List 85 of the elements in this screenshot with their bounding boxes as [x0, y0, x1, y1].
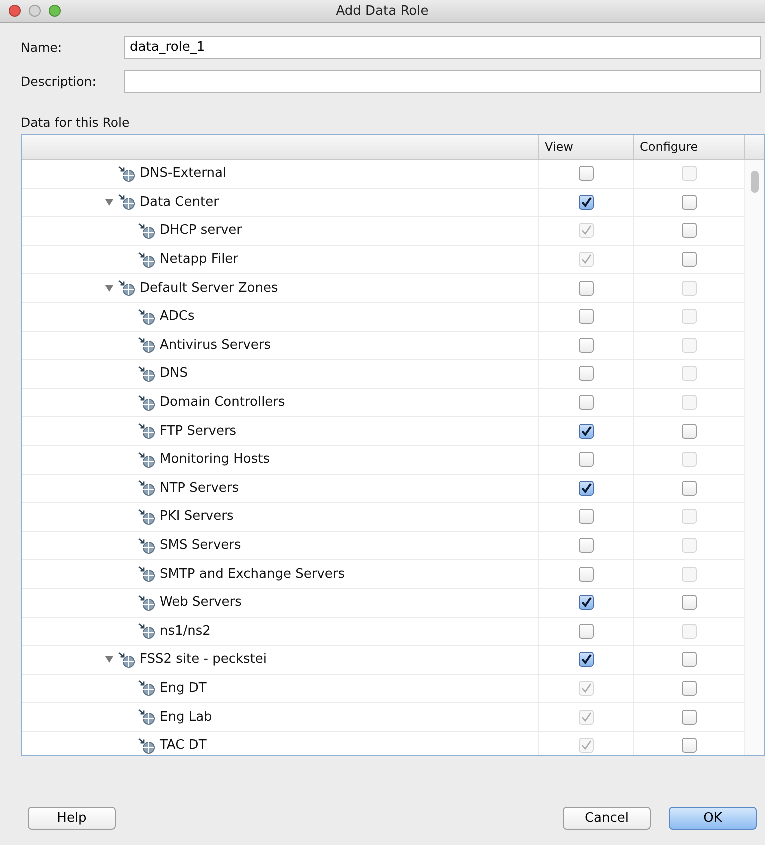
globe-arrow-icon [118, 194, 136, 210]
checkbox[interactable] [682, 652, 696, 668]
checkbox[interactable] [682, 252, 696, 268]
globe-arrow-icon [138, 308, 156, 325]
tree-item-label[interactable]: SMTP and Exchange Servers [160, 566, 346, 582]
ok-button[interactable]: OK [669, 806, 757, 830]
tree-item-label[interactable]: Domain Controllers [160, 395, 286, 410]
checkbox[interactable] [578, 652, 594, 668]
checkbox[interactable] [578, 395, 594, 410]
tree-item-label[interactable]: Eng DT [160, 680, 207, 696]
tree-item-label[interactable]: SMS Servers [160, 538, 242, 554]
checkbox[interactable] [578, 480, 594, 496]
tree-item-label[interactable]: ns1/ns2 [160, 624, 211, 639]
tree-item-label[interactable]: Eng Lab [160, 710, 212, 725]
checkbox[interactable] [578, 280, 594, 296]
column-header[interactable]: Configure [634, 135, 745, 159]
tree-item-label[interactable]: Netapp Filer [160, 252, 239, 268]
tree-item-label[interactable]: NTP Servers [160, 480, 240, 496]
globe-arrow-icon [138, 680, 156, 696]
zoom-button[interactable] [49, 5, 61, 17]
globe-arrow-icon [138, 594, 156, 611]
checkbox[interactable] [578, 166, 594, 182]
globe-arrow-icon [138, 538, 156, 554]
checkbox[interactable] [578, 538, 594, 554]
tree-item-label[interactable]: DHCP server [160, 223, 242, 238]
tree-item-label[interactable]: Web Servers [160, 595, 242, 610]
tree-item-label[interactable]: Antivirus Servers [160, 338, 272, 353]
disclosure-triangle-icon[interactable] [105, 198, 114, 207]
checkbox[interactable] [578, 566, 594, 582]
globe-arrow-icon [138, 423, 156, 440]
checkbox[interactable] [682, 194, 696, 210]
tree-item-label[interactable]: DNS [160, 366, 188, 382]
tree-item-label[interactable]: FTP Servers [160, 424, 237, 439]
field-label: Name: [21, 40, 64, 54]
checkbox[interactable] [578, 194, 594, 210]
input-field[interactable] [124, 70, 761, 92]
checkbox[interactable] [682, 223, 696, 238]
globe-arrow-icon [138, 452, 156, 468]
checkbox[interactable] [578, 509, 594, 524]
column-header[interactable]: View [539, 135, 634, 159]
close-button[interactable] [9, 5, 21, 17]
globe-arrow-icon [138, 566, 156, 582]
input-field[interactable]: data_role_1 [124, 36, 761, 58]
tree-item-label[interactable]: FSS2 site - peckstei [140, 652, 267, 668]
checkbox[interactable] [578, 452, 594, 468]
window-title: Add Data Role [336, 4, 429, 18]
checkbox[interactable] [578, 595, 594, 610]
checkbox[interactable] [682, 738, 696, 754]
checkbox[interactable] [682, 595, 696, 610]
dialog-button[interactable]: Cancel [563, 806, 651, 830]
checkbox[interactable] [578, 624, 594, 639]
globe-arrow-icon [138, 366, 156, 382]
tree-item-label[interactable]: Monitoring Hosts [160, 452, 270, 468]
tree-item-label[interactable]: Data Center [140, 194, 219, 210]
globe-arrow-icon [118, 280, 136, 296]
dialog-button[interactable]: Help [28, 806, 116, 830]
globe-arrow-icon [138, 623, 156, 640]
tree-item-label[interactable]: ADCs [160, 309, 195, 324]
checkbox[interactable] [578, 366, 594, 382]
globe-arrow-icon [118, 652, 136, 668]
tree-item-label[interactable]: DNS-External [140, 166, 227, 182]
globe-arrow-icon [138, 252, 156, 268]
field-label: Description: [21, 74, 98, 88]
checkbox[interactable] [578, 338, 594, 353]
checkbox[interactable] [682, 424, 696, 439]
globe-arrow-icon [118, 166, 136, 182]
globe-arrow-icon [138, 480, 156, 496]
globe-arrow-icon [138, 709, 156, 726]
minimize-button[interactable] [29, 5, 41, 17]
globe-arrow-icon [138, 222, 156, 239]
tree-item-label[interactable]: TAC DT [160, 738, 207, 754]
tree-item-label[interactable]: Default Server Zones [140, 280, 278, 296]
section-title: Data for this Role [21, 115, 130, 130]
checkbox[interactable] [578, 424, 594, 439]
globe-arrow-icon [138, 337, 156, 354]
checkbox[interactable] [682, 710, 696, 725]
checkbox[interactable] [682, 480, 696, 496]
checkbox[interactable] [578, 309, 594, 324]
disclosure-triangle-icon[interactable] [105, 284, 114, 293]
globe-arrow-icon [138, 508, 156, 525]
disclosure-triangle-icon[interactable] [105, 655, 114, 664]
scrollbar-thumb[interactable] [750, 171, 758, 193]
tree-item-label[interactable]: PKI Servers [160, 509, 234, 524]
checkbox[interactable] [682, 680, 696, 696]
globe-arrow-icon [138, 394, 156, 411]
